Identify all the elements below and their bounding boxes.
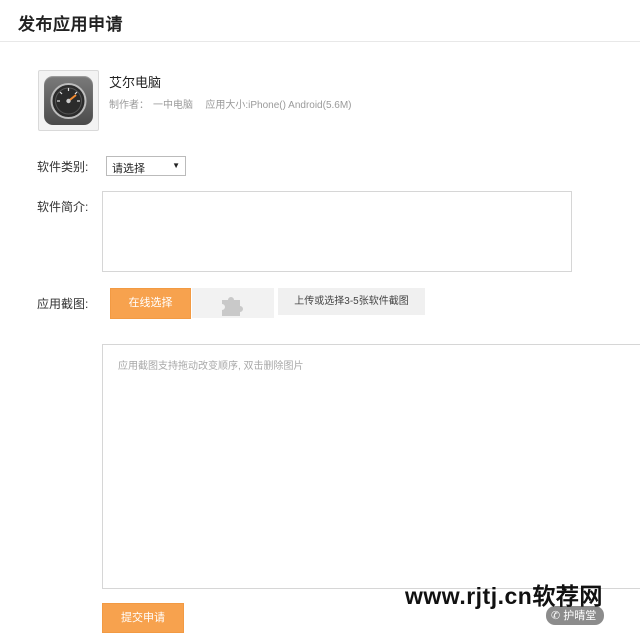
page-title: 发布应用申请 bbox=[18, 15, 123, 34]
upload-button[interactable] bbox=[192, 288, 274, 318]
screenshot-label: 应用截图: bbox=[37, 297, 89, 311]
intro-label: 软件简介: bbox=[37, 200, 89, 214]
author-name: 一中电脑 bbox=[153, 100, 193, 111]
wechat-account-name: 护晴堂 bbox=[563, 610, 597, 622]
wechat-account-tag: ✆ 护晴堂 bbox=[546, 606, 605, 625]
author-label: 制作者： bbox=[109, 100, 149, 111]
speedometer-icon bbox=[44, 76, 93, 125]
app-icon-frame bbox=[38, 70, 99, 131]
app-size: 应用大小:iPhone() Android(5.6M) bbox=[205, 100, 352, 111]
screenshot-area-hint: 应用截图支持拖动改变顺序, 双击删除图片 bbox=[118, 361, 304, 372]
category-selected-value: 请选择 bbox=[112, 163, 145, 175]
upload-hint: 上传或选择3-5张软件截图 bbox=[278, 288, 425, 315]
caret-down-icon: ▼ bbox=[172, 161, 180, 170]
screenshot-dropzone[interactable]: 应用截图支持拖动改变顺序, 双击删除图片 bbox=[102, 344, 640, 589]
online-select-button[interactable]: 在线选择 bbox=[110, 288, 191, 319]
intro-textarea[interactable] bbox=[102, 191, 572, 272]
submit-button[interactable]: 提交申请 bbox=[102, 603, 184, 633]
app-meta: 制作者： 一中电脑 应用大小:iPhone() Android(5.6M) bbox=[109, 96, 356, 111]
page-header: 发布应用申请 bbox=[0, 0, 640, 42]
category-select[interactable]: 请选择 ▼ bbox=[106, 156, 186, 176]
app-name: 艾尔电脑 bbox=[109, 75, 162, 90]
puzzle-icon bbox=[222, 297, 243, 316]
wechat-icon: ✆ bbox=[551, 610, 561, 622]
category-label: 软件类别: bbox=[37, 160, 89, 174]
